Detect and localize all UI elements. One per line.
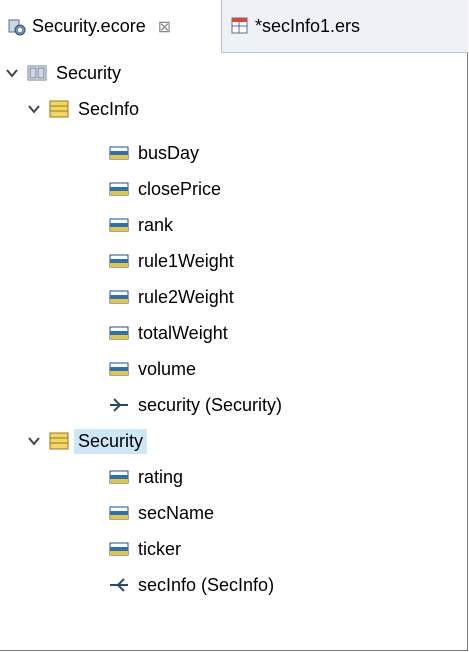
tree-node-label: Security: [74, 428, 148, 454]
tree-node-attribute[interactable]: ticker: [108, 534, 185, 564]
tree-node-class-security[interactable]: Security: [26, 426, 148, 456]
tree-node-label: secName: [138, 502, 215, 523]
tab-label: Security.ecore: [32, 16, 146, 36]
eclass-icon: [48, 430, 70, 452]
eattribute-icon: [108, 250, 130, 272]
eattribute-icon: [108, 214, 130, 236]
tree-node-label: busDay: [138, 142, 200, 163]
eattribute-icon: [108, 322, 130, 344]
tab-security-ecore[interactable]: Security.ecore ⊠: [0, 0, 222, 53]
tree-node-attribute[interactable]: volume: [108, 354, 200, 384]
tree-node-label: rank: [138, 214, 174, 235]
tree-node-label: ticker: [138, 538, 182, 559]
chevron-down-icon[interactable]: [26, 101, 42, 117]
tree-node-reference[interactable]: secInfo (SecInfo): [108, 570, 278, 600]
tree-node-attribute[interactable]: rule2Weight: [108, 282, 238, 312]
tree-node-label: secInfo (SecInfo): [138, 574, 275, 595]
tree-node-label: closePrice: [138, 178, 222, 199]
tree-node-label: security (Security): [138, 394, 283, 415]
eattribute-icon: [108, 466, 130, 488]
tree-node-label: rating: [138, 466, 184, 487]
tree-node-label: rule1Weight: [138, 250, 234, 271]
tree-node-attribute[interactable]: rating: [108, 462, 187, 492]
tree-node-label: rule2Weight: [138, 286, 234, 307]
tree-node-label: SecInfo: [78, 98, 140, 119]
eattribute-icon: [108, 538, 130, 560]
tree-node-attribute[interactable]: rule1Weight: [108, 246, 238, 276]
ecore-model-icon: [6, 16, 28, 38]
chevron-down-icon[interactable]: [26, 433, 42, 449]
tree-node-label: volume: [138, 358, 197, 379]
tab-label: *secInfo1.ers: [255, 15, 361, 36]
package-icon: [26, 62, 48, 84]
editor-tab-bar: Security.ecore ⊠ *secInfo1.ers: [0, 0, 468, 53]
incoming-reference-icon: [108, 574, 130, 596]
tree-node-attribute[interactable]: rank: [108, 210, 177, 240]
eattribute-icon: [108, 286, 130, 308]
tree-node-attribute[interactable]: closePrice: [108, 174, 225, 204]
tree-node-attribute[interactable]: secName: [108, 498, 218, 528]
chevron-down-icon[interactable]: [4, 65, 20, 81]
close-icon[interactable]: ⊠: [158, 17, 171, 37]
tree-node-class-secinfo[interactable]: SecInfo: [26, 94, 143, 124]
tree-node-root[interactable]: Security: [4, 58, 125, 88]
eattribute-icon: [108, 358, 130, 380]
outgoing-reference-icon: [108, 394, 130, 416]
tree-node-attribute[interactable]: busDay: [108, 138, 203, 168]
eattribute-icon: [108, 178, 130, 200]
eattribute-icon: [108, 502, 130, 524]
eattribute-icon: [108, 142, 130, 164]
tree-node-label: Security: [56, 62, 122, 83]
ers-table-icon: [229, 15, 251, 37]
tree-node-reference[interactable]: security (Security): [108, 390, 286, 420]
eclass-icon: [48, 98, 70, 120]
tab-secinfo1-ers[interactable]: *secInfo1.ers: [223, 0, 423, 52]
tree-node-label: totalWeight: [138, 322, 228, 343]
tree-node-attribute[interactable]: totalWeight: [108, 318, 232, 348]
